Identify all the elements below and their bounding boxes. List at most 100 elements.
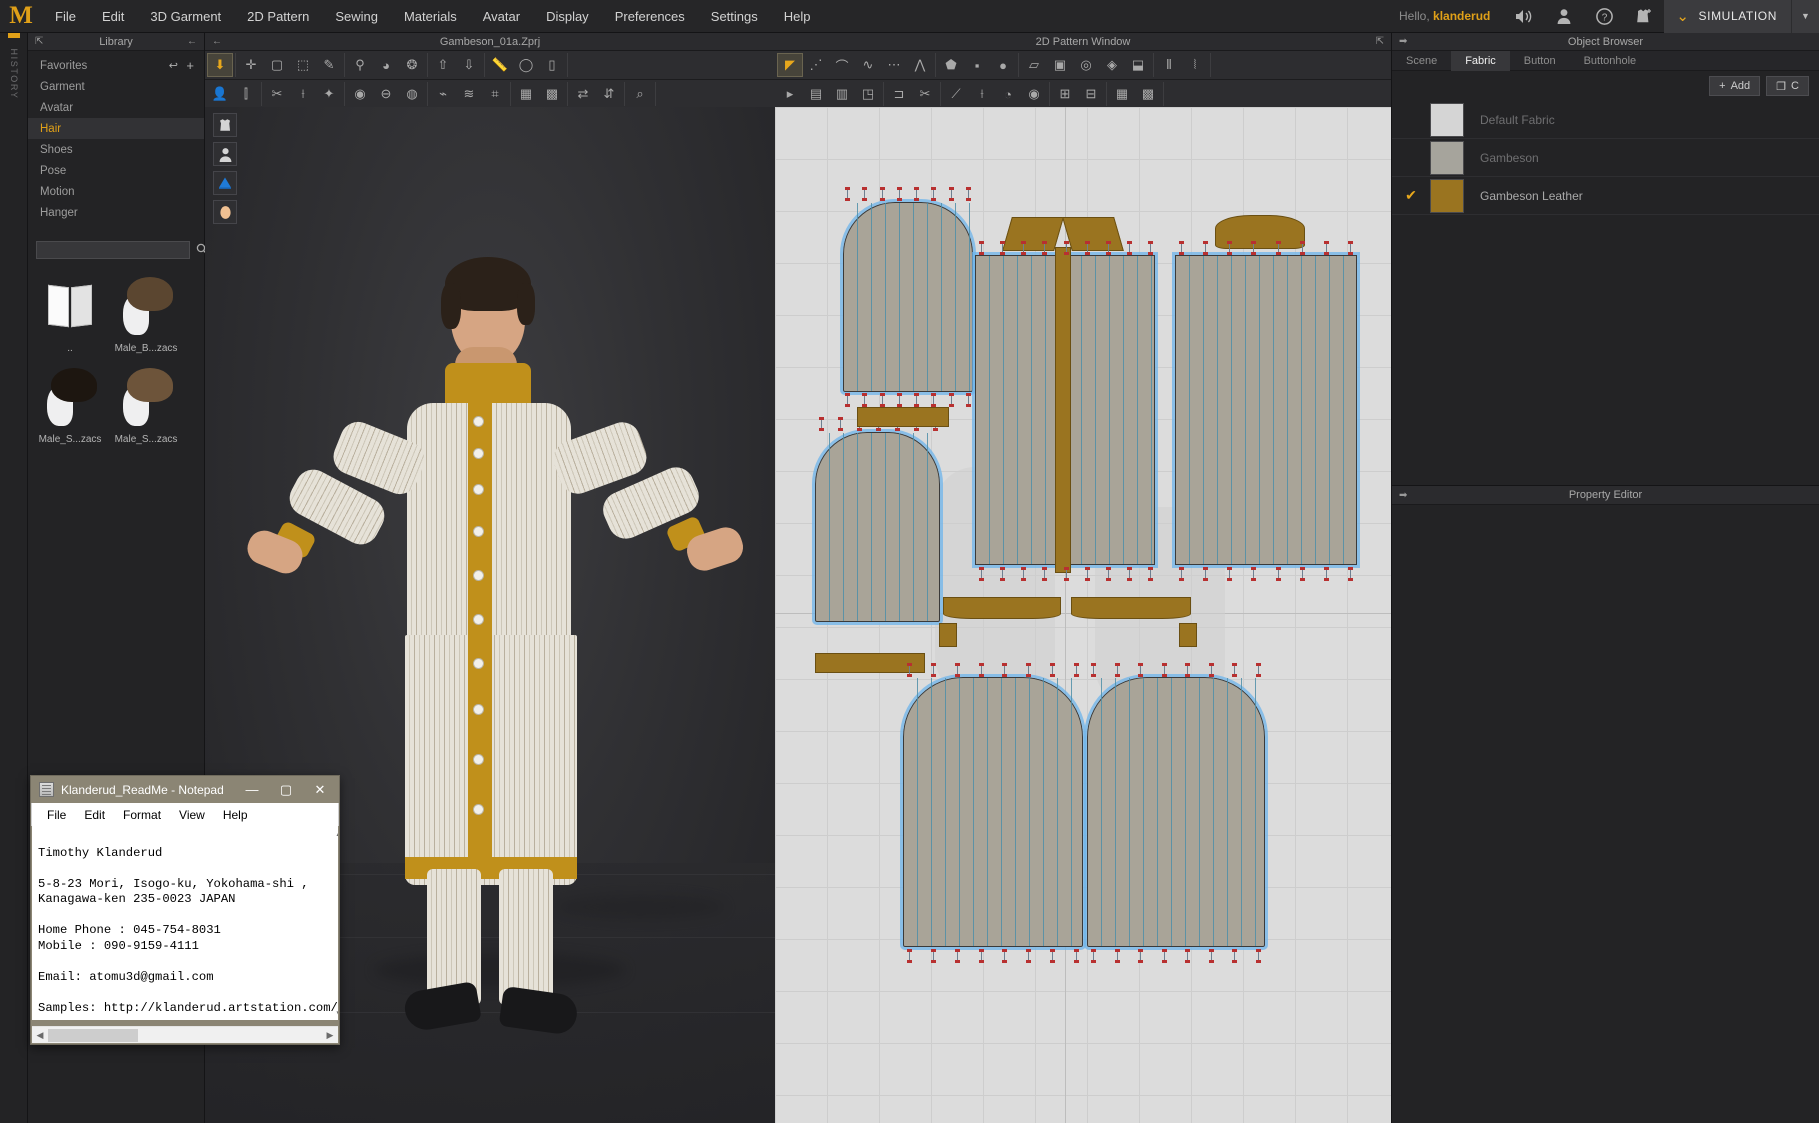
ruler-icon[interactable]: ▯ (539, 53, 565, 77)
symmetric-icon[interactable]: ⇵ (596, 82, 622, 106)
notepad-title-bar[interactable]: Klanderud_ReadMe - Notepad — ▢ ✕ (31, 776, 339, 803)
object-browser-collapse-icon[interactable]: ➡ (1399, 36, 1407, 47)
circle-icon[interactable]: ● (990, 53, 1016, 77)
rectangle-icon[interactable]: ▪ (964, 53, 990, 77)
select-mesh-icon[interactable]: ⬚ (290, 53, 316, 77)
app-logo[interactable]: M (0, 0, 42, 33)
pattern-piece-tab-left[interactable] (939, 623, 957, 647)
show-garment-toggle-icon[interactable] (213, 113, 237, 137)
tab-fabric[interactable]: Fabric (1451, 51, 1510, 71)
tack-icon[interactable]: ❂ (399, 53, 425, 77)
simulation-button[interactable]: ⌄ SIMULATION (1664, 0, 1791, 33)
menu-help[interactable]: Help (771, 0, 824, 33)
pattern-piece-placket[interactable] (1055, 247, 1071, 573)
offset-icon[interactable]: ◳ (855, 82, 881, 106)
sew-edit-icon[interactable]: ✦ (316, 82, 342, 106)
pattern-piece-hem-band-left[interactable] (943, 597, 1061, 619)
sidebar-item-pose[interactable]: Pose (28, 160, 204, 181)
tab-buttonhole[interactable]: Buttonhole (1570, 51, 1651, 71)
seam-allowance-icon[interactable]: ⊐ (886, 82, 912, 106)
pattern-piece-hem-band-right[interactable] (1071, 597, 1191, 619)
texture-icon[interactable]: ▦ (513, 82, 539, 106)
scroll-left-icon[interactable]: ◀ (32, 1030, 48, 1041)
menu-preferences[interactable]: Preferences (602, 0, 698, 33)
graphic-icon[interactable]: ▩ (539, 82, 565, 106)
pattern-piece-tab-right[interactable] (1179, 623, 1197, 647)
notepad-horizontal-scrollbar[interactable]: ◀ ▶ (32, 1026, 338, 1043)
menu-display[interactable]: Display (533, 0, 602, 33)
pattern-piece-leg-left[interactable] (900, 674, 1086, 950)
scroll-right-icon[interactable]: ▶ (322, 1030, 338, 1041)
ruffle-icon[interactable]: ⦚ (1182, 53, 1208, 77)
zoom-tool-icon[interactable]: ⌕ (627, 82, 653, 106)
pocket-icon[interactable]: ⬓ (1125, 53, 1151, 77)
menu-3d-garment[interactable]: 3D Garment (137, 0, 234, 33)
check-icon[interactable]: ✔ (1392, 187, 1430, 204)
button-fasten-icon[interactable]: ◍ (399, 82, 425, 106)
trace-icon[interactable]: ▤ (803, 82, 829, 106)
pin-icon[interactable]: ⚲ (347, 53, 373, 77)
internal-rectangle-icon[interactable]: ▣ (1047, 53, 1073, 77)
measure-tape-icon[interactable]: 📏 (487, 53, 513, 77)
list-item[interactable]: Male_S...zacs (110, 362, 182, 445)
dart-icon[interactable]: ◈ (1099, 53, 1125, 77)
copy-fabric-button[interactable]: ❐ C (1766, 76, 1809, 96)
notepad-menu-file[interactable]: File (38, 808, 75, 822)
library-back-icon[interactable]: ↩ (169, 59, 178, 72)
minimize-button[interactable]: — (235, 776, 269, 803)
select-pattern-icon[interactable]: ▸ (777, 82, 803, 106)
fabric-swatch[interactable] (1430, 102, 1464, 137)
list-item[interactable]: Male_S...zacs (34, 362, 106, 445)
select-mesh-box-icon[interactable]: ▢ (264, 53, 290, 77)
maximize-button[interactable]: ▢ (269, 776, 303, 803)
fabric-swatch[interactable] (1430, 178, 1464, 213)
pattern-piece-front-left[interactable] (972, 252, 1066, 568)
sew-line-icon[interactable]: ⟋ (943, 82, 969, 106)
fabric-swatch[interactable] (1430, 140, 1464, 175)
topstitch-icon[interactable]: ⌁ (430, 82, 456, 106)
zipper-icon[interactable]: ⫿ (233, 82, 259, 106)
pattern-piece-sleeve-lower-left[interactable] (812, 429, 943, 625)
avatar-pose-icon[interactable]: 👤 (207, 82, 233, 106)
tab-scene[interactable]: Scene (1392, 51, 1451, 71)
pleat-icon[interactable]: ⦀ (1156, 53, 1182, 77)
brush-select-icon[interactable]: ✎ (316, 53, 342, 77)
internal-circle-icon[interactable]: ◎ (1073, 53, 1099, 77)
menu-materials[interactable]: Materials (391, 0, 470, 33)
sidebar-item-garment[interactable]: Garment (28, 76, 204, 97)
pattern-piece-front-right[interactable] (1064, 252, 1158, 568)
transform-icon[interactable]: ✛ (238, 53, 264, 77)
segment-sew-icon[interactable]: ◔ (995, 82, 1021, 106)
circumference-icon[interactable]: ◯ (513, 53, 539, 77)
internal-polygon-icon[interactable]: ▱ (1021, 53, 1047, 77)
sidebar-item-hanger[interactable]: Hanger (28, 202, 204, 223)
flatten-icon[interactable]: ⇧ (430, 53, 456, 77)
scroll-thumb[interactable] (48, 1028, 138, 1042)
help-icon[interactable]: ? (1584, 0, 1624, 33)
library-collapse-icon[interactable]: ← (187, 36, 197, 47)
search-input[interactable] (36, 241, 190, 259)
close-button[interactable]: ✕ (303, 776, 337, 803)
menu-sewing[interactable]: Sewing (322, 0, 391, 33)
show-pattern-toggle-icon[interactable] (213, 171, 237, 195)
menu-2d-pattern[interactable]: 2D Pattern (234, 0, 322, 33)
baseline-icon[interactable]: ⊟ (1078, 82, 1104, 106)
user-account-icon[interactable] (1544, 0, 1584, 33)
sidebar-item-avatar[interactable]: Avatar (28, 97, 204, 118)
pattern-piece-cuff-upper[interactable] (857, 407, 949, 427)
list-item[interactable]: Male_B...zacs (110, 271, 182, 354)
check-sew-icon[interactable]: ◉ (1021, 82, 1047, 106)
add-favorite-icon[interactable]: + (186, 58, 194, 73)
grade-icon[interactable]: ⊞ (1052, 82, 1078, 106)
menu-file[interactable]: File (42, 0, 89, 33)
puckering-icon[interactable]: ≋ (456, 82, 482, 106)
mirror-icon[interactable]: ⇄ (570, 82, 596, 106)
simulation-dropdown-caret[interactable]: ▼ (1791, 0, 1819, 33)
add-garment-icon[interactable] (1624, 0, 1664, 33)
menu-settings[interactable]: Settings (698, 0, 771, 33)
table-row[interactable]: Default Fabric (1392, 101, 1819, 139)
add-fabric-button[interactable]: + Add (1709, 76, 1761, 96)
cut-sew-icon[interactable]: ✂ (912, 82, 938, 106)
menu-edit[interactable]: Edit (89, 0, 137, 33)
history-panel-tab[interactable]: HISTORY (0, 33, 28, 1123)
